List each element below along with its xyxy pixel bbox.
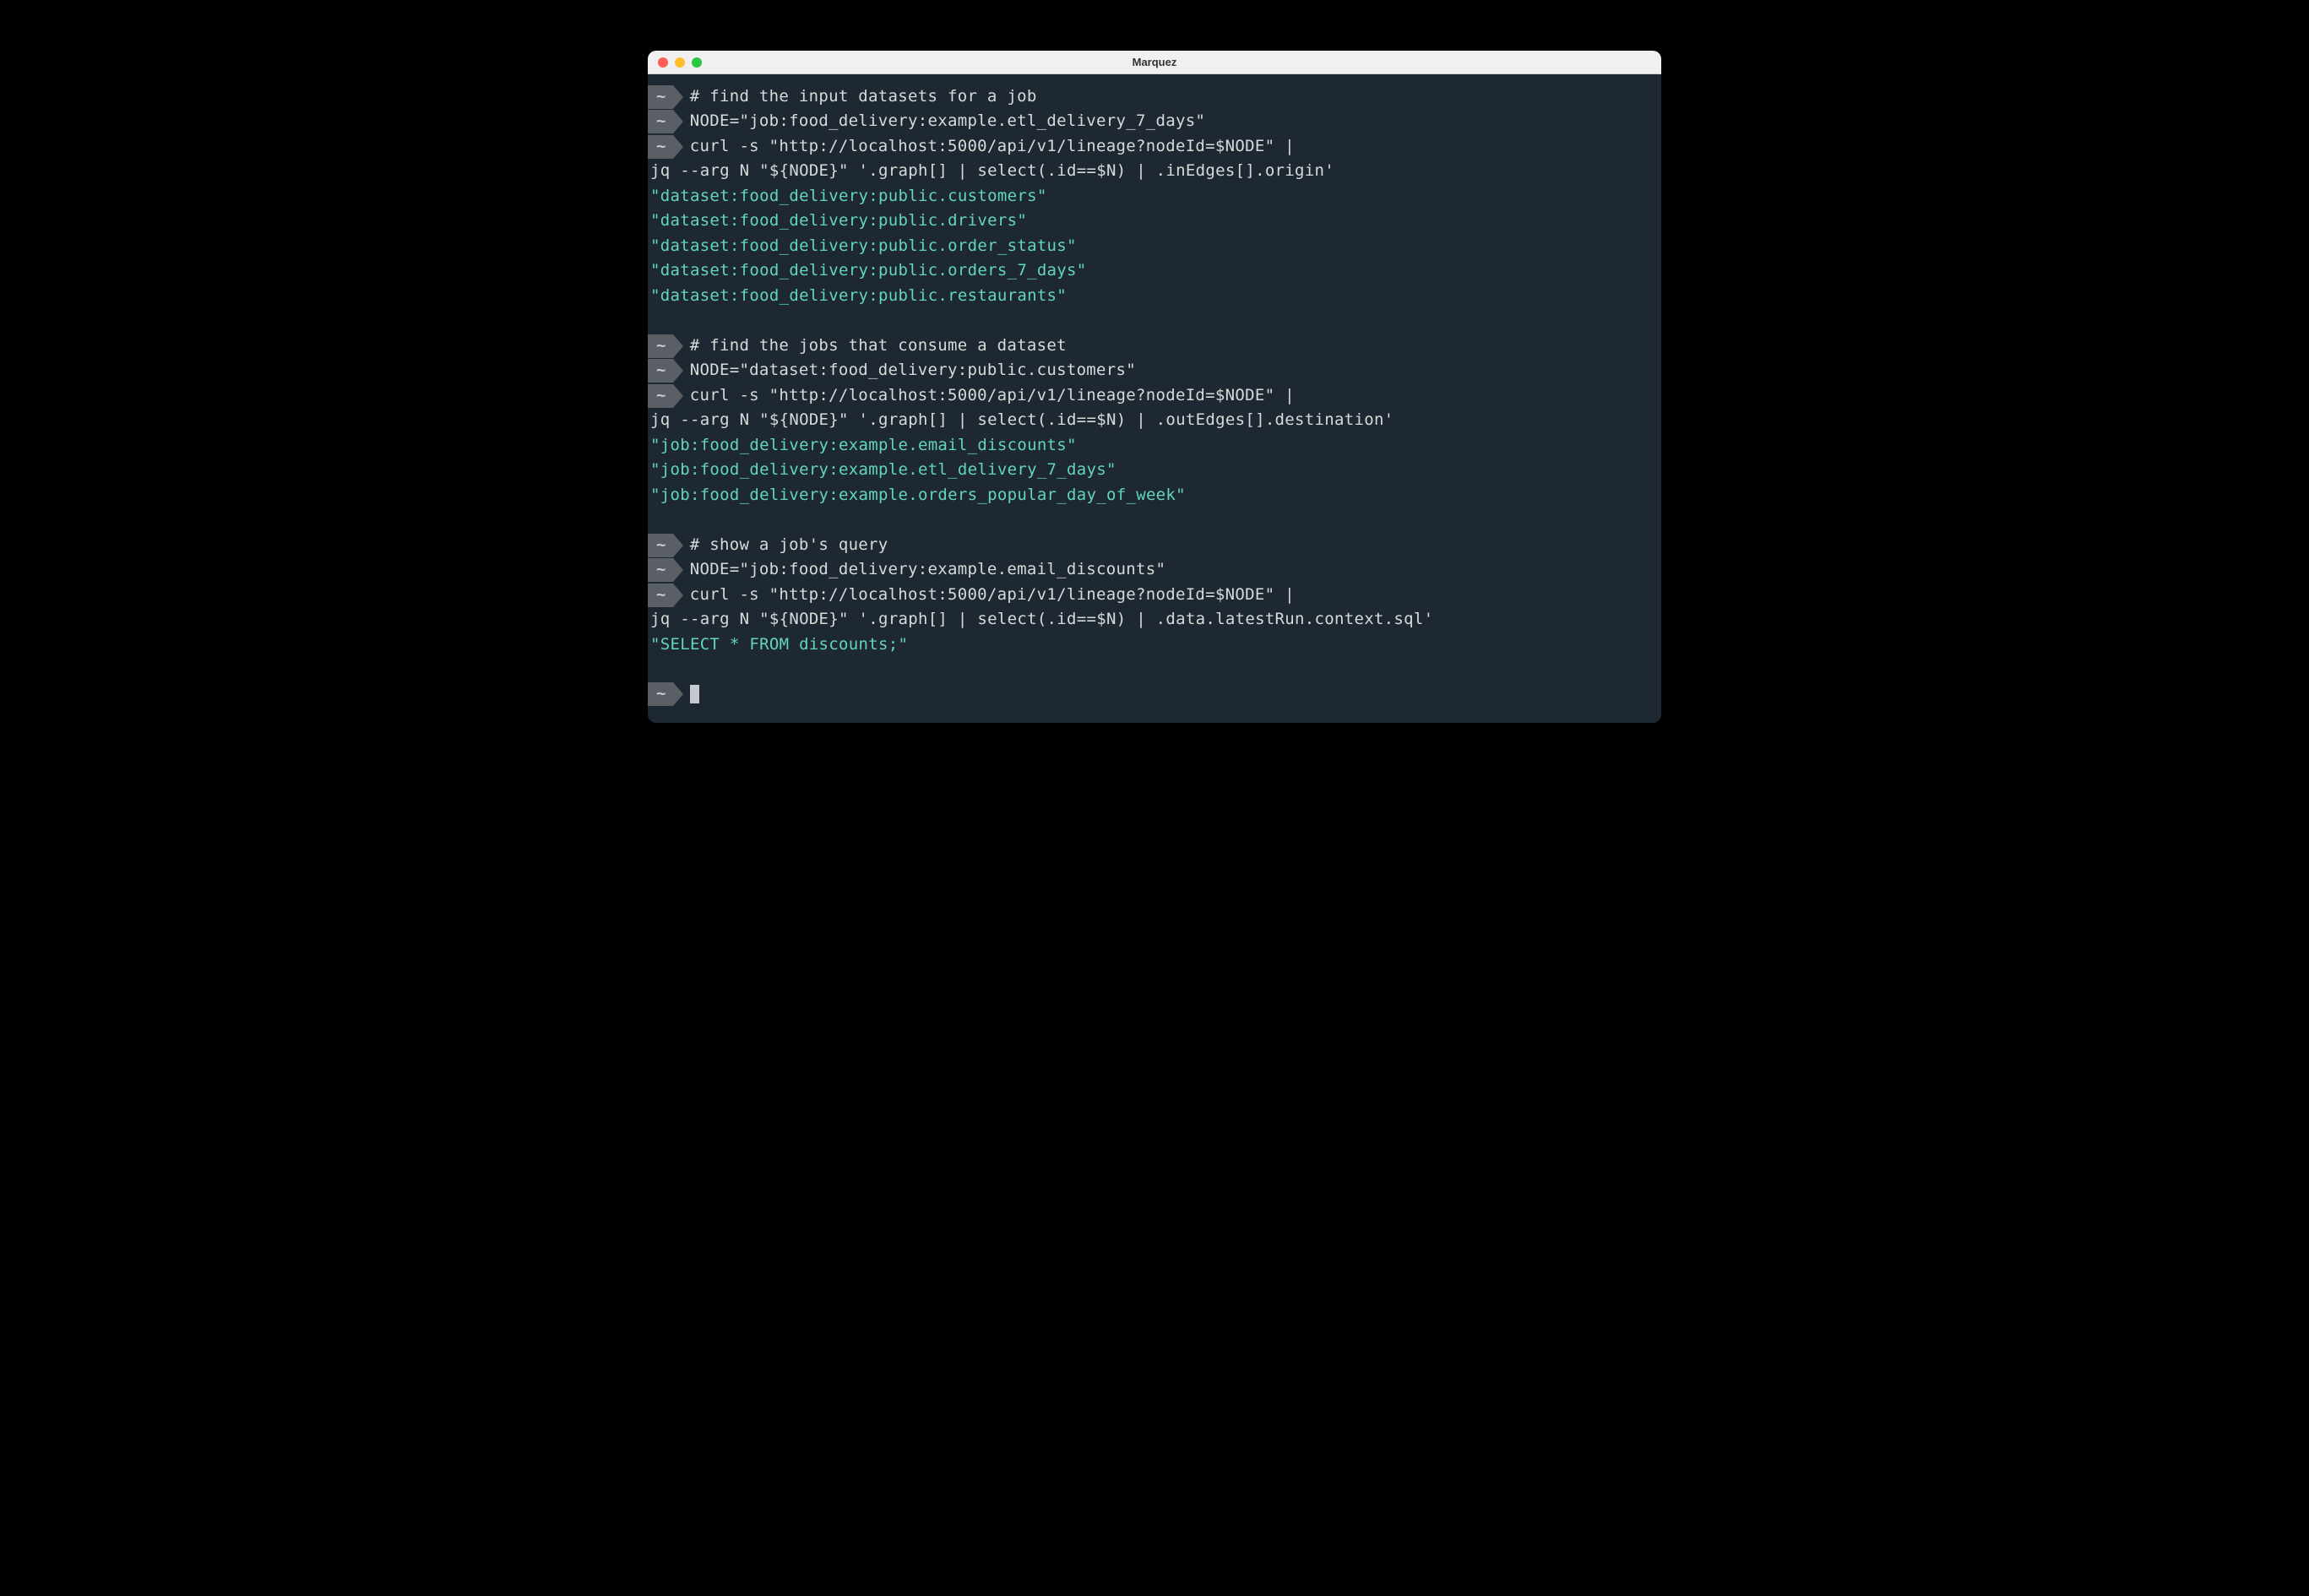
blank-line (648, 308, 1661, 334)
zoom-icon[interactable] (692, 57, 702, 68)
prompt-line: ~ NODE="job:food_delivery:example.etl_de… (648, 109, 1661, 133)
prompt-line: ~ # find the input datasets for a job (648, 84, 1661, 109)
shell-prompt: ~ (648, 384, 683, 408)
terminal-window: Marquez ~ # find the input datasets for … (648, 51, 1661, 723)
chevron-right-icon (673, 584, 683, 607)
chevron-right-icon (673, 334, 683, 358)
terminal-body[interactable]: ~ # find the input datasets for a job ~ … (648, 74, 1661, 723)
titlebar[interactable]: Marquez (648, 51, 1661, 74)
output-line: "job:food_delivery:example.orders_popula… (648, 483, 1661, 508)
chevron-right-icon (673, 359, 683, 383)
command-comment: # find the jobs that consume a dataset (683, 334, 1067, 358)
window-controls (648, 57, 702, 68)
output-text: "job:food_delivery:example.email_discoun… (648, 433, 1077, 458)
shell-prompt: ~ (648, 682, 683, 706)
continuation-line: jq --arg N "${NODE}" '.graph[] | select(… (648, 607, 1661, 632)
output-line: "dataset:food_delivery:public.drivers" (648, 209, 1661, 233)
output-text: "dataset:food_delivery:public.customers" (648, 184, 1047, 209)
prompt-line: ~ # show a job's query (648, 533, 1661, 557)
output-line: "SELECT * FROM discounts;" (648, 632, 1661, 657)
blank-line (648, 508, 1661, 533)
command-comment: # find the input datasets for a job (683, 84, 1037, 109)
command-text: curl -s "http://localhost:5000/api/v1/li… (683, 134, 1295, 159)
prompt-line: ~ # find the jobs that consume a dataset (648, 334, 1661, 358)
prompt-line: ~ NODE="job:food_delivery:example.email_… (648, 557, 1661, 582)
prompt-line: ~ NODE="dataset:food_delivery:public.cus… (648, 358, 1661, 383)
prompt-tilde: ~ (648, 584, 673, 607)
minimize-icon[interactable] (675, 57, 685, 68)
command-text: jq --arg N "${NODE}" '.graph[] | select(… (648, 408, 1394, 432)
shell-prompt: ~ (648, 558, 683, 582)
shell-prompt: ~ (648, 85, 683, 109)
prompt-tilde: ~ (648, 359, 673, 383)
output-text: "job:food_delivery:example.etl_delivery_… (648, 458, 1116, 482)
prompt-line: ~ curl -s "http://localhost:5000/api/v1/… (648, 583, 1661, 607)
prompt-tilde: ~ (648, 558, 673, 582)
prompt-tilde: ~ (648, 384, 673, 408)
output-line: "job:food_delivery:example.email_discoun… (648, 433, 1661, 458)
prompt-tilde: ~ (648, 534, 673, 557)
command-text: jq --arg N "${NODE}" '.graph[] | select(… (648, 607, 1433, 632)
continuation-line: jq --arg N "${NODE}" '.graph[] | select(… (648, 408, 1661, 432)
chevron-right-icon (673, 534, 683, 557)
chevron-right-icon (673, 135, 683, 159)
output-line: "dataset:food_delivery:public.order_stat… (648, 234, 1661, 258)
output-text: "dataset:food_delivery:public.restaurant… (648, 284, 1067, 308)
prompt-tilde: ~ (648, 334, 673, 358)
prompt-tilde: ~ (648, 682, 673, 706)
command-text: NODE="job:food_delivery:example.email_di… (683, 557, 1165, 582)
prompt-line[interactable]: ~ (648, 682, 1661, 706)
blank-line (648, 657, 1661, 682)
shell-prompt: ~ (648, 359, 683, 383)
output-line: "job:food_delivery:example.etl_delivery_… (648, 458, 1661, 482)
chevron-right-icon (673, 85, 683, 109)
command-text: NODE="dataset:food_delivery:public.custo… (683, 358, 1136, 383)
output-text: "dataset:food_delivery:public.order_stat… (648, 234, 1077, 258)
output-text: "job:food_delivery:example.orders_popula… (648, 483, 1186, 508)
chevron-right-icon (673, 384, 683, 408)
output-text: "dataset:food_delivery:public.drivers" (648, 209, 1027, 233)
continuation-line: jq --arg N "${NODE}" '.graph[] | select(… (648, 159, 1661, 183)
command-text: jq --arg N "${NODE}" '.graph[] | select(… (648, 159, 1334, 183)
chevron-right-icon (673, 682, 683, 706)
command-text: curl -s "http://localhost:5000/api/v1/li… (683, 383, 1295, 408)
output-line: "dataset:food_delivery:public.restaurant… (648, 284, 1661, 308)
shell-prompt: ~ (648, 135, 683, 159)
command-text: NODE="job:food_delivery:example.etl_deli… (683, 109, 1205, 133)
prompt-tilde: ~ (648, 135, 673, 159)
chevron-right-icon (673, 110, 683, 133)
output-line: "dataset:food_delivery:public.orders_7_d… (648, 258, 1661, 283)
cursor-icon (690, 685, 699, 703)
prompt-tilde: ~ (648, 110, 673, 133)
shell-prompt: ~ (648, 584, 683, 607)
prompt-line: ~ curl -s "http://localhost:5000/api/v1/… (648, 134, 1661, 159)
prompt-line: ~ curl -s "http://localhost:5000/api/v1/… (648, 383, 1661, 408)
shell-prompt: ~ (648, 534, 683, 557)
command-text: curl -s "http://localhost:5000/api/v1/li… (683, 583, 1295, 607)
chevron-right-icon (673, 558, 683, 582)
prompt-tilde: ~ (648, 85, 673, 109)
shell-prompt: ~ (648, 334, 683, 358)
shell-prompt: ~ (648, 110, 683, 133)
output-text: "dataset:food_delivery:public.orders_7_d… (648, 258, 1087, 283)
close-icon[interactable] (658, 57, 668, 68)
window-title: Marquez (648, 56, 1661, 68)
output-line: "dataset:food_delivery:public.customers" (648, 184, 1661, 209)
command-comment: # show a job's query (683, 533, 888, 557)
output-text: "SELECT * FROM discounts;" (648, 632, 908, 657)
